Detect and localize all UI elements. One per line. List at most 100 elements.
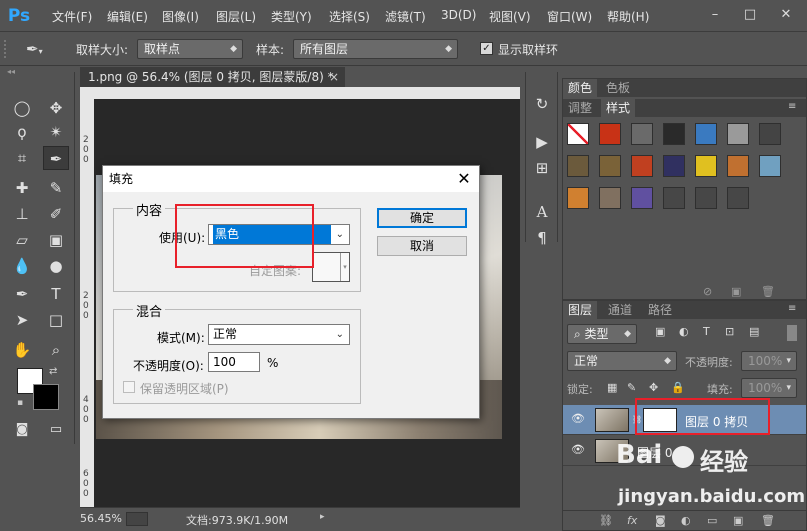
- tab-adjustments[interactable]: 调整: [563, 99, 597, 117]
- crop-tool-icon[interactable]: ⌗: [9, 146, 35, 170]
- path-selection-tool-icon[interactable]: ➤: [9, 308, 35, 332]
- menu-select[interactable]: 选择(S): [329, 8, 370, 25]
- maximize-button[interactable]: □: [740, 6, 760, 24]
- tab-color[interactable]: 颜色: [563, 79, 598, 97]
- close-window-button[interactable]: ✕: [776, 6, 796, 24]
- document-tab[interactable]: 1.png @ 56.4% (图层 0 拷贝, 图层蒙版/8) * ×: [80, 67, 345, 87]
- zoom-level[interactable]: 56.45%: [80, 512, 122, 525]
- character-panel-icon[interactable]: A: [530, 200, 554, 224]
- menu-type[interactable]: 类型(Y): [271, 8, 312, 25]
- style-swatch[interactable]: [663, 155, 685, 177]
- lock-pixels-icon[interactable]: ✎: [627, 381, 636, 394]
- type-tool-icon[interactable]: T: [43, 282, 69, 306]
- filter-pixel-icon[interactable]: ▣: [655, 325, 665, 338]
- style-swatch[interactable]: [631, 187, 653, 209]
- history-panel-icon[interactable]: ↻: [530, 92, 554, 116]
- mode-select[interactable]: 正常 ⌄: [208, 324, 350, 345]
- history-brush-tool-icon[interactable]: ✐: [43, 202, 69, 226]
- style-swatch[interactable]: [663, 123, 685, 145]
- style-swatch[interactable]: [567, 123, 589, 145]
- eyedropper-preset-icon[interactable]: ✒▾: [26, 38, 58, 60]
- fill-input[interactable]: 100% ▾: [741, 378, 797, 398]
- magic-wand-tool-icon[interactable]: ✴: [43, 120, 69, 144]
- tab-swatches[interactable]: 色板: [601, 79, 635, 97]
- ok-button[interactable]: 确定: [377, 208, 467, 228]
- collapse-arrows-icon[interactable]: ◂◂: [7, 68, 73, 76]
- rectangle-tool-icon[interactable]: □: [43, 308, 69, 332]
- properties-panel-icon[interactable]: ⊞: [530, 156, 554, 180]
- hand-tool-icon[interactable]: ✋: [9, 338, 35, 362]
- menu-help[interactable]: 帮助(H): [607, 8, 649, 25]
- preserve-transparency-checkbox[interactable]: [123, 381, 135, 393]
- tab-paths[interactable]: 路径: [643, 301, 677, 319]
- style-swatch[interactable]: [727, 123, 749, 145]
- marquee-tool-icon[interactable]: ◯: [9, 96, 35, 120]
- filter-shape-icon[interactable]: ⊡: [725, 325, 734, 338]
- sample-size-select[interactable]: 取样点 ◆: [137, 39, 243, 59]
- menu-layer[interactable]: 图层(L): [216, 8, 256, 25]
- menu-3d[interactable]: 3D(D): [441, 8, 476, 22]
- style-swatch[interactable]: [567, 155, 589, 177]
- lasso-tool-icon[interactable]: ϙ: [9, 120, 35, 144]
- eyedropper-tool-icon[interactable]: ✒: [43, 146, 69, 170]
- style-swatch[interactable]: [567, 187, 589, 209]
- opacity-input[interactable]: 100: [208, 352, 260, 372]
- healing-brush-tool-icon[interactable]: ✚: [9, 176, 35, 200]
- filter-smart-object-icon[interactable]: ▤: [749, 325, 759, 338]
- close-tab-icon[interactable]: ×: [329, 67, 339, 87]
- link-layers-icon[interactable]: ⛓: [599, 514, 613, 527]
- pen-tool-icon[interactable]: ✒: [9, 282, 35, 306]
- style-swatch[interactable]: [727, 155, 749, 177]
- tab-styles[interactable]: 样式: [601, 99, 636, 117]
- zoom-tool-icon[interactable]: ⌕: [43, 338, 69, 362]
- filter-toggle[interactable]: [787, 325, 797, 341]
- tab-layers[interactable]: 图层: [563, 301, 598, 319]
- opacity-input[interactable]: 100% ▾: [741, 351, 797, 371]
- lock-all-icon[interactable]: 🔒: [671, 381, 685, 394]
- style-swatch[interactable]: [695, 187, 717, 209]
- style-swatch[interactable]: [695, 155, 717, 177]
- new-style-icon[interactable]: ▣: [731, 285, 741, 298]
- clear-style-icon[interactable]: ⊘: [703, 285, 712, 298]
- swap-colors-icon[interactable]: ⇄: [49, 366, 61, 378]
- delete-style-icon[interactable]: 🗑: [761, 285, 775, 298]
- screen-mode-icon[interactable]: ▭: [43, 418, 69, 442]
- blend-mode-select[interactable]: 正常 ◆: [567, 351, 677, 371]
- lock-transparent-icon[interactable]: ▦: [607, 381, 617, 394]
- default-colors-icon[interactable]: ▪: [17, 398, 27, 408]
- clone-stamp-tool-icon[interactable]: ⊥: [9, 202, 35, 226]
- filter-type-icon[interactable]: T: [703, 325, 710, 338]
- status-menu-arrow-icon[interactable]: ▸: [320, 512, 325, 522]
- sample-select[interactable]: 所有图层 ◆: [293, 39, 458, 59]
- panel-menu-icon[interactable]: ≡: [788, 101, 796, 112]
- blur-tool-icon[interactable]: 💧: [9, 254, 35, 278]
- background-color-swatch[interactable]: [33, 384, 59, 410]
- show-ring-checkbox[interactable]: ✓: [480, 42, 493, 55]
- visibility-eye-icon[interactable]: 👁: [571, 412, 585, 425]
- style-swatch[interactable]: [599, 155, 621, 177]
- visibility-eye-icon[interactable]: 👁: [571, 443, 585, 456]
- style-swatch[interactable]: [727, 187, 749, 209]
- zoom-slider-icon[interactable]: [126, 512, 148, 526]
- style-swatch[interactable]: [599, 187, 621, 209]
- menu-filter[interactable]: 滤镜(T): [385, 8, 426, 25]
- panel-menu-icon[interactable]: ≡: [788, 303, 796, 314]
- style-swatch[interactable]: [631, 155, 653, 177]
- dialog-close-button[interactable]: ✕: [453, 169, 475, 189]
- brush-tool-icon[interactable]: ✎: [43, 176, 69, 200]
- style-swatch[interactable]: [599, 123, 621, 145]
- menu-edit[interactable]: 编辑(E): [107, 8, 148, 25]
- menu-view[interactable]: 视图(V): [489, 8, 531, 25]
- menu-image[interactable]: 图像(I): [162, 8, 199, 25]
- dodge-tool-icon[interactable]: ●: [43, 254, 69, 278]
- cancel-button[interactable]: 取消: [377, 236, 467, 256]
- options-bar-grip[interactable]: [4, 40, 10, 58]
- style-swatch[interactable]: [759, 123, 781, 145]
- menu-window[interactable]: 窗口(W): [547, 8, 592, 25]
- paragraph-panel-icon[interactable]: ¶: [530, 226, 554, 250]
- custom-pattern-picker[interactable]: ▾: [312, 252, 350, 282]
- style-swatch[interactable]: [663, 187, 685, 209]
- style-swatch[interactable]: [631, 123, 653, 145]
- minimize-button[interactable]: –: [705, 6, 725, 24]
- tab-channels[interactable]: 通道: [603, 301, 637, 319]
